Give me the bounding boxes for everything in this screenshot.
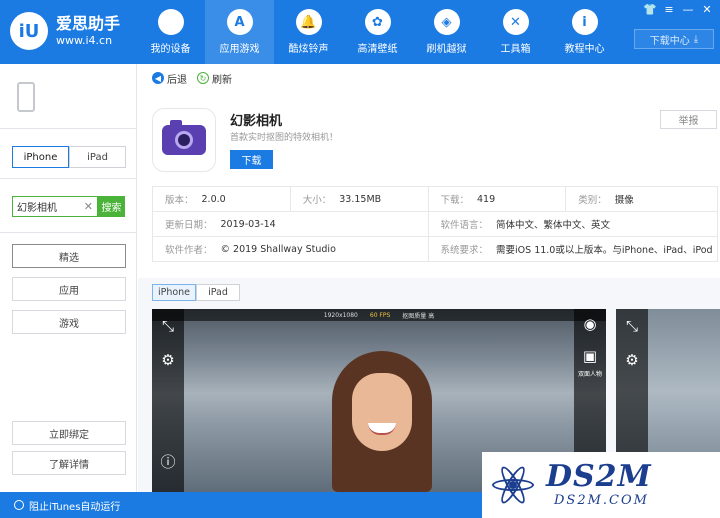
info-row: 版本： 2.0.0 大小： 33.15MB 下载： 419 类别： 摄像 bbox=[153, 187, 718, 212]
app-info-table: 版本： 2.0.0 大小： 33.15MB 下载： 419 类别： 摄像 更新日… bbox=[152, 186, 718, 262]
device-tabs: iPhone iPad bbox=[12, 146, 126, 168]
info-category: 类别： 摄像 bbox=[566, 187, 718, 212]
toggle-ring-icon[interactable] bbox=[14, 500, 24, 510]
main-nav: 我的设备 A 应用游戏 🔔 酷炫铃声 ✿ 高清壁纸 ◈ 刷机越狱 ✕ 工具箱 i… bbox=[136, 0, 619, 64]
window-controls: 👕 ≡ — ✕ bbox=[643, 3, 714, 16]
logo-url: www.i4.cn bbox=[56, 34, 113, 47]
category-games[interactable]: 游戏 bbox=[12, 310, 126, 334]
app-detail-panel: 幻影相机 首款实时抠图的特效相机！ 下载 举报 版本： 2.0.0 大小： 33… bbox=[138, 92, 720, 278]
nav-ringtones[interactable]: 🔔 酷炫铃声 bbox=[274, 0, 343, 64]
info-row: 软件作者： © 2019 Shallway Studio 系统要求： 需要iOS… bbox=[153, 237, 718, 262]
camera-left-controls: ⤡ ⚙ ⓘ bbox=[152, 309, 184, 492]
info-language: 软件语言： 简体中文、繁体中文、英文 bbox=[428, 212, 718, 237]
refresh-label: 刷新 bbox=[212, 74, 232, 86]
nav-label: 工具箱 bbox=[500, 44, 531, 55]
phone-device-icon bbox=[17, 82, 35, 112]
nav-label: 酷炫铃声 bbox=[288, 44, 329, 55]
gear-icon: ⚙ bbox=[161, 351, 175, 369]
info-row: 更新日期： 2019-03-14 软件语言： 简体中文、繁体中文、英文 bbox=[153, 212, 718, 237]
person-photo bbox=[332, 351, 432, 492]
nav-label: 我的设备 bbox=[150, 44, 191, 55]
camera-status-bar: 1920x1080 60 FPS 抠图质量 高 bbox=[152, 309, 606, 321]
app-title: 幻影相机 bbox=[230, 114, 283, 129]
info-icon: i bbox=[571, 9, 598, 35]
atom-icon bbox=[490, 462, 536, 508]
collapse-icon: ⤡ bbox=[161, 317, 174, 335]
app-camera-icon bbox=[152, 108, 216, 172]
info-size: 大小： 33.15MB bbox=[290, 187, 429, 212]
tab-ipad[interactable]: iPad bbox=[69, 146, 126, 168]
search-input[interactable]: 幻影相机 ✕ bbox=[12, 196, 98, 217]
divider bbox=[0, 128, 137, 129]
collapse-icon: ⤡ bbox=[625, 317, 638, 335]
info-author: 软件作者： © 2019 Shallway Studio bbox=[153, 237, 429, 262]
gear-icon: ⚙ bbox=[625, 351, 639, 369]
app-description: 首款实时抠图的特效相机！ bbox=[230, 133, 339, 143]
minimize-icon[interactable]: — bbox=[681, 3, 695, 16]
logo-icon: iU bbox=[10, 12, 48, 50]
search-button[interactable]: 搜索 bbox=[98, 196, 125, 217]
refresh-button[interactable]: ↻ 刷新 bbox=[197, 71, 232, 86]
nav-my-device[interactable]: 我的设备 bbox=[136, 0, 205, 64]
side-label: 双面人物 bbox=[577, 371, 602, 378]
info-downloads: 下载： 419 bbox=[428, 187, 567, 212]
toolbar: ◀ 后退 ↻ 刷新 bbox=[138, 64, 720, 92]
category-apps[interactable]: 应用 bbox=[12, 277, 126, 301]
info-updated: 更新日期： 2019-03-14 bbox=[153, 212, 429, 237]
clear-icon[interactable]: ✕ bbox=[84, 200, 93, 213]
screenshot-tab-ipad[interactable]: iPad bbox=[196, 284, 240, 301]
nav-flash-jailbreak[interactable]: ◈ 刷机越狱 bbox=[412, 0, 481, 64]
learn-more-button[interactable]: 了解详情 bbox=[12, 451, 126, 475]
info-version: 版本： 2.0.0 bbox=[153, 187, 291, 212]
category-featured[interactable]: 精选 bbox=[12, 244, 126, 268]
close-icon[interactable]: ✕ bbox=[700, 3, 714, 16]
divider bbox=[0, 232, 137, 233]
top-header: iU 爱思助手 www.i4.cn 我的设备 A 应用游戏 🔔 酷炫铃声 ✿ 高… bbox=[0, 0, 720, 64]
camera-switch-icon: ◉ bbox=[583, 315, 597, 333]
logo-name: 爱思助手 bbox=[56, 14, 121, 33]
bell-icon: 🔔 bbox=[295, 9, 322, 35]
screenshot-tabs: iPhone iPad bbox=[152, 284, 240, 301]
download-button[interactable]: 下载 bbox=[230, 150, 273, 169]
divider bbox=[0, 178, 137, 179]
download-center-label: 下载中心 bbox=[649, 35, 690, 47]
refresh-icon: ↻ bbox=[197, 72, 209, 84]
nav-toolbox[interactable]: ✕ 工具箱 bbox=[481, 0, 550, 64]
watermark-url: DS2M.COM bbox=[554, 493, 649, 508]
report-button[interactable]: 举报 bbox=[660, 110, 717, 129]
apple-icon bbox=[157, 9, 184, 35]
back-button[interactable]: ◀ 后退 bbox=[152, 71, 187, 86]
portrait-icon: ▣ bbox=[582, 347, 598, 365]
nav-label: 刷机越狱 bbox=[426, 44, 467, 55]
app-logo[interactable]: iU 爱思助手 www.i4.cn bbox=[10, 12, 120, 50]
menu-icon[interactable]: ≡ bbox=[662, 3, 676, 16]
main-content: ◀ 后退 ↻ 刷新 幻影相机 首款实时抠图的特效相机！ 下载 举报 版本： 2.… bbox=[138, 64, 720, 492]
info-icon: ⓘ bbox=[160, 453, 176, 471]
download-icon: ⤓ bbox=[693, 33, 699, 45]
bind-now-button[interactable]: 立即绑定 bbox=[12, 421, 126, 445]
app-store-icon: A bbox=[226, 9, 253, 35]
watermark-title: DS2M bbox=[546, 459, 652, 494]
nav-wallpapers[interactable]: ✿ 高清壁纸 bbox=[343, 0, 412, 64]
nav-label: 应用游戏 bbox=[219, 44, 260, 55]
nav-label: 高清壁纸 bbox=[357, 44, 398, 55]
search-value: 幻影相机 bbox=[17, 203, 57, 214]
screenshot-tab-iphone[interactable]: iPhone bbox=[152, 284, 196, 301]
nav-label: 教程中心 bbox=[564, 44, 605, 55]
info-requirements: 系统要求： 需要iOS 11.0或以上版本。与iPhone、iPad、iPod bbox=[428, 237, 718, 262]
nav-apps-games[interactable]: A 应用游戏 bbox=[205, 0, 274, 64]
tab-iphone[interactable]: iPhone bbox=[12, 146, 69, 168]
download-center-button[interactable]: 下载中心 ⤓ bbox=[634, 29, 714, 49]
sidebar: iPhone iPad 幻影相机 ✕ 搜索 精选 应用 游戏 立即绑定 了解详情 bbox=[0, 64, 137, 492]
skin-icon[interactable]: 👕 bbox=[643, 3, 657, 16]
watermark: DS2M DS2M.COM bbox=[482, 452, 720, 518]
back-label: 后退 bbox=[167, 74, 187, 86]
back-icon: ◀ bbox=[152, 72, 164, 84]
itunes-block-label[interactable]: 阻止iTunes自动运行 bbox=[29, 498, 120, 513]
tools-icon: ✕ bbox=[502, 9, 529, 35]
nav-tutorials[interactable]: i 教程中心 bbox=[550, 0, 619, 64]
flower-icon: ✿ bbox=[364, 9, 391, 35]
box-icon: ◈ bbox=[433, 9, 460, 35]
